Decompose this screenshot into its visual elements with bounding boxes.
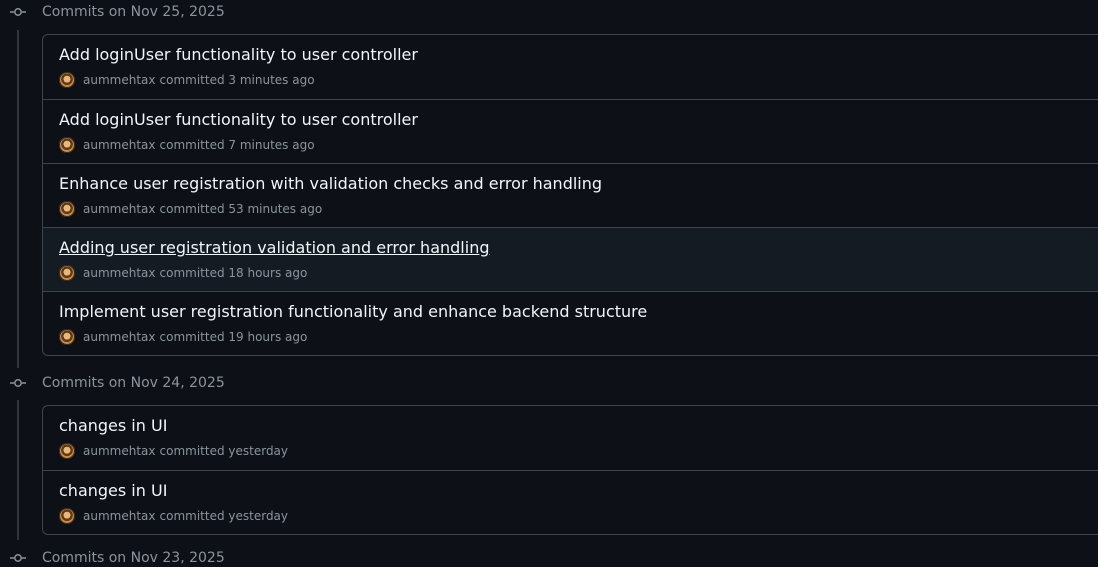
commit-time[interactable]: yesterday [228, 509, 288, 523]
commit-action: committed [159, 509, 225, 523]
commit-time[interactable]: 53 minutes ago [228, 202, 322, 216]
commit-time[interactable]: 18 hours ago [228, 266, 307, 280]
timeline-line [17, 30, 19, 368]
git-commit-icon [9, 3, 27, 21]
git-commit-icon [9, 374, 27, 392]
commit-message-link[interactable]: changes in UI [59, 416, 167, 435]
avatar[interactable] [59, 137, 75, 153]
commit-time[interactable]: 3 minutes ago [228, 73, 314, 87]
commit-author-link[interactable]: aummehtax [83, 202, 156, 216]
commit-author-link[interactable]: aummehtax [83, 509, 156, 523]
avatar[interactable] [59, 265, 75, 281]
commit-message-link[interactable]: changes in UI [59, 481, 167, 500]
avatar[interactable] [59, 329, 75, 345]
commit-action: committed [159, 330, 225, 344]
commit-message-link[interactable]: Adding user registration validation and … [59, 238, 489, 257]
commit-meta: aummehtax committed yesterday [59, 508, 288, 524]
commit-time[interactable]: 19 hours ago [228, 330, 307, 344]
commit-group-title: Commits on Nov 24, 2025 [42, 375, 225, 391]
commit-author-link[interactable]: aummehtax [83, 444, 156, 458]
commit-row[interactable]: Add loginUser functionality to user cont… [43, 99, 1098, 163]
avatar[interactable] [59, 201, 75, 217]
commit-action: committed [159, 444, 225, 458]
git-commit-icon [9, 549, 27, 567]
commit-list: Add loginUser functionality to user cont… [42, 34, 1098, 356]
commit-author-link[interactable]: aummehtax [83, 330, 156, 344]
avatar[interactable] [59, 508, 75, 524]
commit-meta: aummehtax committed 3 minutes ago [59, 72, 315, 88]
commit-author-link[interactable]: aummehtax [83, 138, 156, 152]
commit-action: committed [159, 73, 225, 87]
commit-action: committed [159, 266, 225, 280]
commit-row[interactable]: Enhance user registration with validatio… [43, 163, 1098, 227]
commit-meta: aummehtax committed yesterday [59, 443, 288, 459]
commit-meta: aummehtax committed 7 minutes ago [59, 137, 315, 153]
commit-message-link[interactable]: Add loginUser functionality to user cont… [59, 110, 418, 129]
commit-author-link[interactable]: aummehtax [83, 266, 156, 280]
commit-row[interactable]: Adding user registration validation and … [43, 227, 1098, 291]
avatar[interactable] [59, 72, 75, 88]
commit-action: committed [159, 138, 225, 152]
timeline-line [17, 400, 19, 540]
commit-meta: aummehtax committed 19 hours ago [59, 329, 307, 345]
commit-message-link[interactable]: Add loginUser functionality to user cont… [59, 45, 418, 64]
commit-meta: aummehtax committed 18 hours ago [59, 265, 307, 281]
commit-message-link[interactable]: Enhance user registration with validatio… [59, 174, 602, 193]
commit-action: committed [159, 202, 225, 216]
commit-time[interactable]: yesterday [228, 444, 288, 458]
commit-row[interactable]: Implement user registration functionalit… [43, 291, 1098, 355]
commit-meta: aummehtax committed 53 minutes ago [59, 201, 322, 217]
commit-group-title: Commits on Nov 23, 2025 [42, 550, 225, 566]
commit-list: changes in UI aummehtax committed yester… [42, 405, 1098, 535]
commit-time[interactable]: 7 minutes ago [228, 138, 314, 152]
commit-row[interactable]: changes in UI aummehtax committed yester… [43, 406, 1098, 470]
commit-author-link[interactable]: aummehtax [83, 73, 156, 87]
avatar[interactable] [59, 443, 75, 459]
commit-message-link[interactable]: Implement user registration functionalit… [59, 302, 647, 321]
commit-row[interactable]: changes in UI aummehtax committed yester… [43, 470, 1098, 534]
commit-group-title: Commits on Nov 25, 2025 [42, 4, 225, 20]
commit-row[interactable]: Add loginUser functionality to user cont… [43, 35, 1098, 99]
